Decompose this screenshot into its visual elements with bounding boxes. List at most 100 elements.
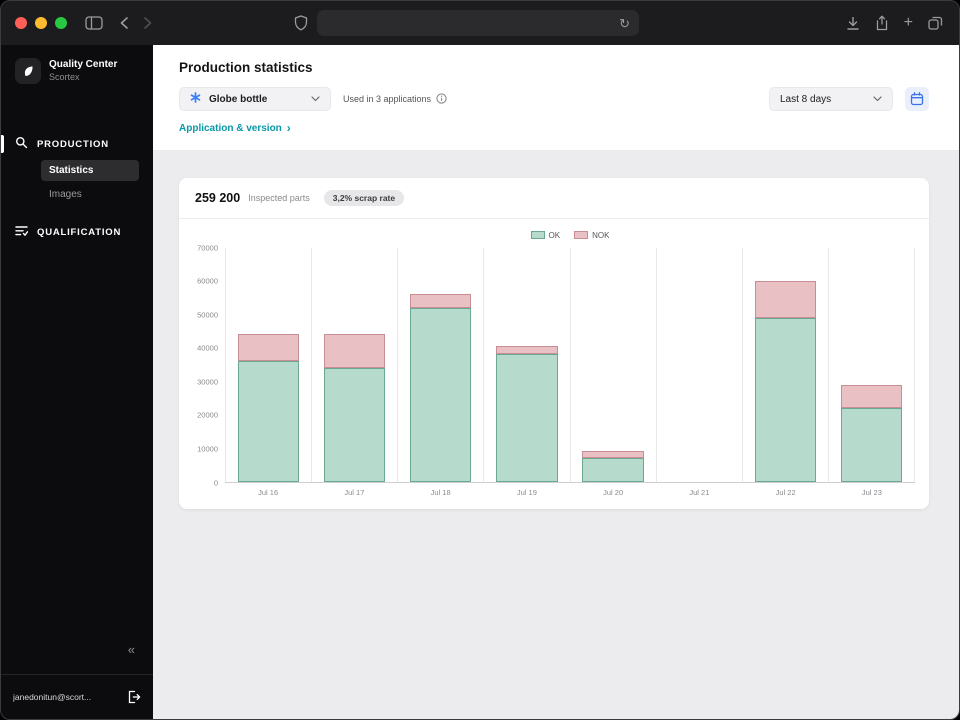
bar-stack (237, 248, 300, 482)
bar-stack (410, 248, 472, 482)
account-email: janedonitun@scort... (13, 692, 92, 702)
product-dropdown[interactable]: Globe bottle (179, 87, 331, 111)
main-content: Production statistics Globe bottle Used … (153, 45, 959, 719)
bar-nok (582, 451, 644, 459)
app-sidebar: Quality Center Scortex PRODUCTION Statis… (1, 45, 153, 719)
legend-swatch (574, 231, 589, 239)
bar-ok (582, 458, 644, 482)
chart-body: 0 10000 20000 30000 40000 50000 60000 70000 (185, 243, 915, 487)
address-bar[interactable]: ↻ (317, 10, 639, 36)
production-chart: OK NOK 0 10000 20000 30000 40000 50000 60000 700… (179, 219, 929, 509)
sidebar-section-label: PRODUCTION (37, 138, 109, 150)
legend-swatch (530, 231, 545, 239)
collapse-sidebar-button[interactable]: « (128, 642, 135, 657)
y-axis-label: 60000 (197, 276, 218, 286)
sidebar-item-statistics[interactable]: Statistics (41, 160, 139, 181)
chart-column (483, 247, 569, 482)
bar-ok (840, 407, 903, 482)
chart-column (827, 247, 915, 482)
bar-nok (410, 294, 472, 308)
x-axis-label: Jul 16 (258, 487, 279, 497)
sidebar-item-production[interactable]: PRODUCTION (15, 133, 139, 155)
chart-column (741, 247, 828, 482)
y-axis-label: 20000 (197, 410, 218, 420)
bar-ok (496, 354, 558, 482)
sidebar-item-images[interactable]: Images (41, 184, 139, 205)
chart-plot (225, 247, 915, 483)
y-axis-label: 70000 (197, 243, 218, 252)
scrap-rate-badge: 3,2% scrap rate (323, 189, 405, 206)
chart-column (225, 247, 311, 482)
page-title: Production statistics (179, 60, 313, 75)
active-section-indicator (1, 135, 4, 153)
bar-nok (840, 384, 903, 408)
x-axis-label: Jul 19 (516, 487, 537, 497)
y-axis-label: 0 (213, 478, 218, 487)
toolbar-actions: + (846, 1, 943, 45)
chart-column (655, 247, 742, 482)
product-icon (190, 92, 201, 106)
chart-column (397, 247, 483, 482)
bar-stack (754, 248, 816, 482)
bar-nok (754, 280, 816, 318)
downloads-button[interactable] (846, 16, 860, 31)
brand: Quality Center Scortex (1, 45, 153, 97)
zoom-window-button[interactable] (55, 17, 67, 29)
x-axis-label: Jul 23 (861, 487, 882, 497)
bar-ok (410, 307, 472, 482)
reload-button[interactable]: ↻ (619, 17, 630, 30)
inspected-parts-label: Inspected parts (248, 192, 310, 203)
logout-button[interactable] (127, 690, 141, 704)
bar-stack (582, 248, 644, 482)
chevron-right-icon: › (286, 121, 291, 135)
bar-nok (237, 334, 300, 362)
date-range-value: Last 8 days (780, 93, 832, 105)
info-icon[interactable] (436, 92, 447, 106)
content-area: 259 200 Inspected parts 3,2% scrap rate … (153, 150, 959, 720)
bar-ok (237, 361, 300, 482)
date-range-dropdown[interactable]: Last 8 days (769, 87, 893, 111)
used-in-label: Used in 3 applications (343, 94, 432, 104)
app-name: Quality Center (49, 59, 118, 71)
close-window-button[interactable] (15, 17, 27, 29)
card-header: 259 200 Inspected parts 3,2% scrap rate (179, 178, 929, 219)
account-row: janedonitun@scort... (1, 675, 153, 719)
nav-section-qualification: QUALIFICATION (1, 221, 153, 243)
tab-overview-button[interactable] (928, 16, 943, 30)
chart-x-axis: Jul 16 Jul 17 Jul 18 Jul 19 Jul 20 Jul 21 Jul … (225, 488, 915, 497)
x-axis-label: Jul 21 (689, 487, 710, 497)
y-axis-label: 50000 (197, 310, 218, 320)
sidebar-item-qualification[interactable]: QUALIFICATION (15, 221, 139, 243)
qualification-icon (15, 224, 29, 240)
product-dropdown-value: Globe bottle (209, 93, 268, 105)
statistics-card: 259 200 Inspected parts 3,2% scrap rate … (179, 177, 929, 509)
app-logo-icon (15, 58, 41, 84)
y-axis-label: 10000 (197, 444, 218, 454)
toggle-sidebar-button[interactable] (85, 16, 103, 30)
application-version-label: Application & version (179, 122, 282, 134)
new-tab-button[interactable]: + (904, 15, 913, 31)
x-axis-label: Jul 17 (344, 487, 365, 497)
browser-window: ↻ + Quality Center Scortex PRODUCTION St… (0, 0, 960, 720)
nav-section-production: PRODUCTION Statistics Images (1, 133, 153, 205)
calendar-button[interactable] (905, 87, 929, 111)
search-icon (15, 136, 28, 152)
used-in-text: Used in 3 applications (343, 92, 447, 106)
chart-legend: OK NOK (225, 231, 915, 240)
chart-column (311, 247, 397, 482)
bar-ok (324, 367, 386, 482)
bar-stack (496, 248, 558, 482)
bar-nok (324, 334, 386, 368)
y-axis-label: 30000 (197, 377, 218, 387)
legend-item: OK (530, 231, 560, 240)
minimize-window-button[interactable] (35, 17, 47, 29)
shield-icon[interactable] (294, 15, 308, 31)
browser-toolbar: ↻ + (1, 1, 959, 45)
app-subtitle: Scortex (49, 71, 80, 82)
chevron-down-icon (873, 96, 882, 102)
x-axis-label: Jul 18 (430, 487, 451, 497)
back-button[interactable] (119, 16, 129, 30)
application-version-link[interactable]: Application & version › (179, 122, 291, 134)
forward-button[interactable] (143, 16, 153, 30)
share-button[interactable] (875, 15, 889, 31)
